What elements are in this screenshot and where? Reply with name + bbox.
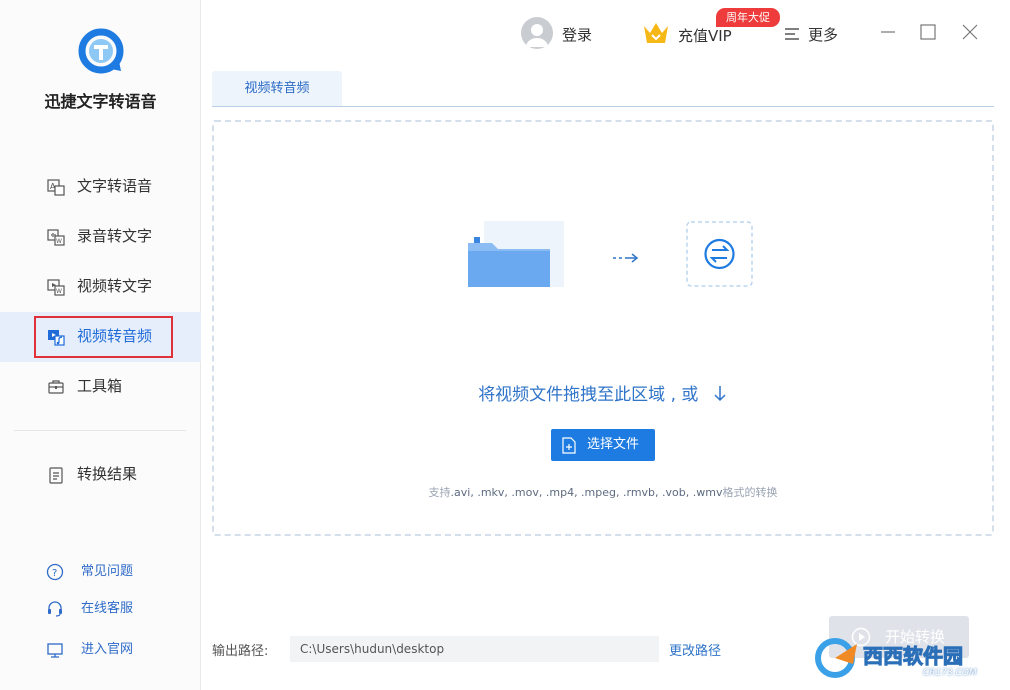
close-icon[interactable] xyxy=(958,20,982,44)
sidebar-item-label: 视频转文字 xyxy=(77,277,153,295)
toolbox-icon xyxy=(48,380,64,394)
monitor-icon xyxy=(47,643,63,658)
sidebar-item-toolbox[interactable]: 工具箱 xyxy=(0,362,201,412)
sidebar-divider xyxy=(14,430,186,431)
sidebar-item-recording-to-text[interactable]: W 录音转文字 xyxy=(0,212,201,262)
svg-text:W: W xyxy=(56,238,62,245)
support-suffix: 格式的转换 xyxy=(722,486,778,499)
watermark-text: 西西软件园 xyxy=(863,644,964,669)
headset-icon xyxy=(48,601,62,617)
choose-file-label: 选择文件 xyxy=(587,437,640,452)
watermark-url: CR173.COM xyxy=(923,668,977,678)
sidebar-item-results[interactable]: 转换结果 xyxy=(0,450,201,500)
sidebar-item-text-to-speech[interactable]: A 文字转语音 xyxy=(0,162,201,212)
support-formats: .avi, .mkv, .mov, .mp4, .mpeg, .rmvb, .v… xyxy=(450,486,723,499)
crown-icon xyxy=(644,23,668,43)
change-path-link[interactable]: 更改路径 xyxy=(669,640,721,659)
folder-icon xyxy=(468,221,564,287)
help-item-support[interactable]: 在线客服 xyxy=(0,595,201,623)
menu-icon xyxy=(785,28,799,40)
promo-badge: 周年大促 xyxy=(716,8,780,27)
sidebar-item-label: 文字转语音 xyxy=(77,177,153,195)
recording-to-text-icon: W xyxy=(47,229,65,246)
arrow-down-icon xyxy=(714,386,726,402)
sidebar: 迅捷文字转语音 A 文字转语音 W 录音转文字 W 视频转文字 视频转音频 工具… xyxy=(0,0,201,690)
sidebar-item-label: 工具箱 xyxy=(77,377,123,395)
video-to-text-icon: W xyxy=(47,279,65,296)
help-item-faq[interactable]: ? 常见问题 xyxy=(0,558,201,586)
tab-video-to-audio[interactable]: 视频转音频 xyxy=(212,71,342,107)
results-list-icon xyxy=(49,467,63,484)
svg-text:?: ? xyxy=(52,568,57,579)
drop-hint-label: 将视频文件拖拽至此区域 , 或 xyxy=(478,385,699,405)
app-logo-icon xyxy=(78,28,124,74)
active-item-highlight xyxy=(34,316,173,358)
add-file-icon xyxy=(562,437,576,454)
arrow-right-icon xyxy=(613,253,639,263)
more-label: 更多 xyxy=(808,26,839,44)
app-title: 迅捷文字转语音 xyxy=(44,92,157,111)
sidebar-item-video-to-text[interactable]: W 视频转文字 xyxy=(0,262,201,312)
vip-label: 充值VIP xyxy=(678,27,732,45)
watermark-logo: 西西软件园 CR173.COM xyxy=(813,634,993,682)
svg-text:W: W xyxy=(56,288,62,295)
sidebar-item-label: 转换结果 xyxy=(77,465,138,483)
output-path-field[interactable] xyxy=(290,636,659,662)
minimize-icon[interactable] xyxy=(876,20,900,44)
avatar-icon xyxy=(521,17,553,49)
supported-formats-text: 支持.avi, .mkv, .mov, .mp4, .mpeg, .rmvb, … xyxy=(212,484,994,500)
help-item-label: 在线客服 xyxy=(81,601,134,616)
choose-file-button[interactable]: 选择文件 xyxy=(551,429,655,461)
text-to-speech-icon: A xyxy=(47,179,65,196)
help-item-website[interactable]: 进入官网 xyxy=(0,636,201,664)
help-item-label: 进入官网 xyxy=(81,642,134,657)
output-path-label: 输出路径: xyxy=(212,644,269,659)
file-drop-zone[interactable] xyxy=(212,120,994,536)
sidebar-item-label: 录音转文字 xyxy=(77,227,153,245)
drop-hint-text: 将视频文件拖拽至此区域 , 或 xyxy=(212,380,994,405)
support-prefix: 支持 xyxy=(428,486,451,499)
question-icon: ? xyxy=(46,563,64,581)
help-item-label: 常见问题 xyxy=(81,564,134,579)
convert-icon xyxy=(686,221,753,287)
maximize-icon[interactable] xyxy=(916,20,940,44)
login-label: 登录 xyxy=(562,26,593,44)
tab-underline xyxy=(212,106,994,107)
